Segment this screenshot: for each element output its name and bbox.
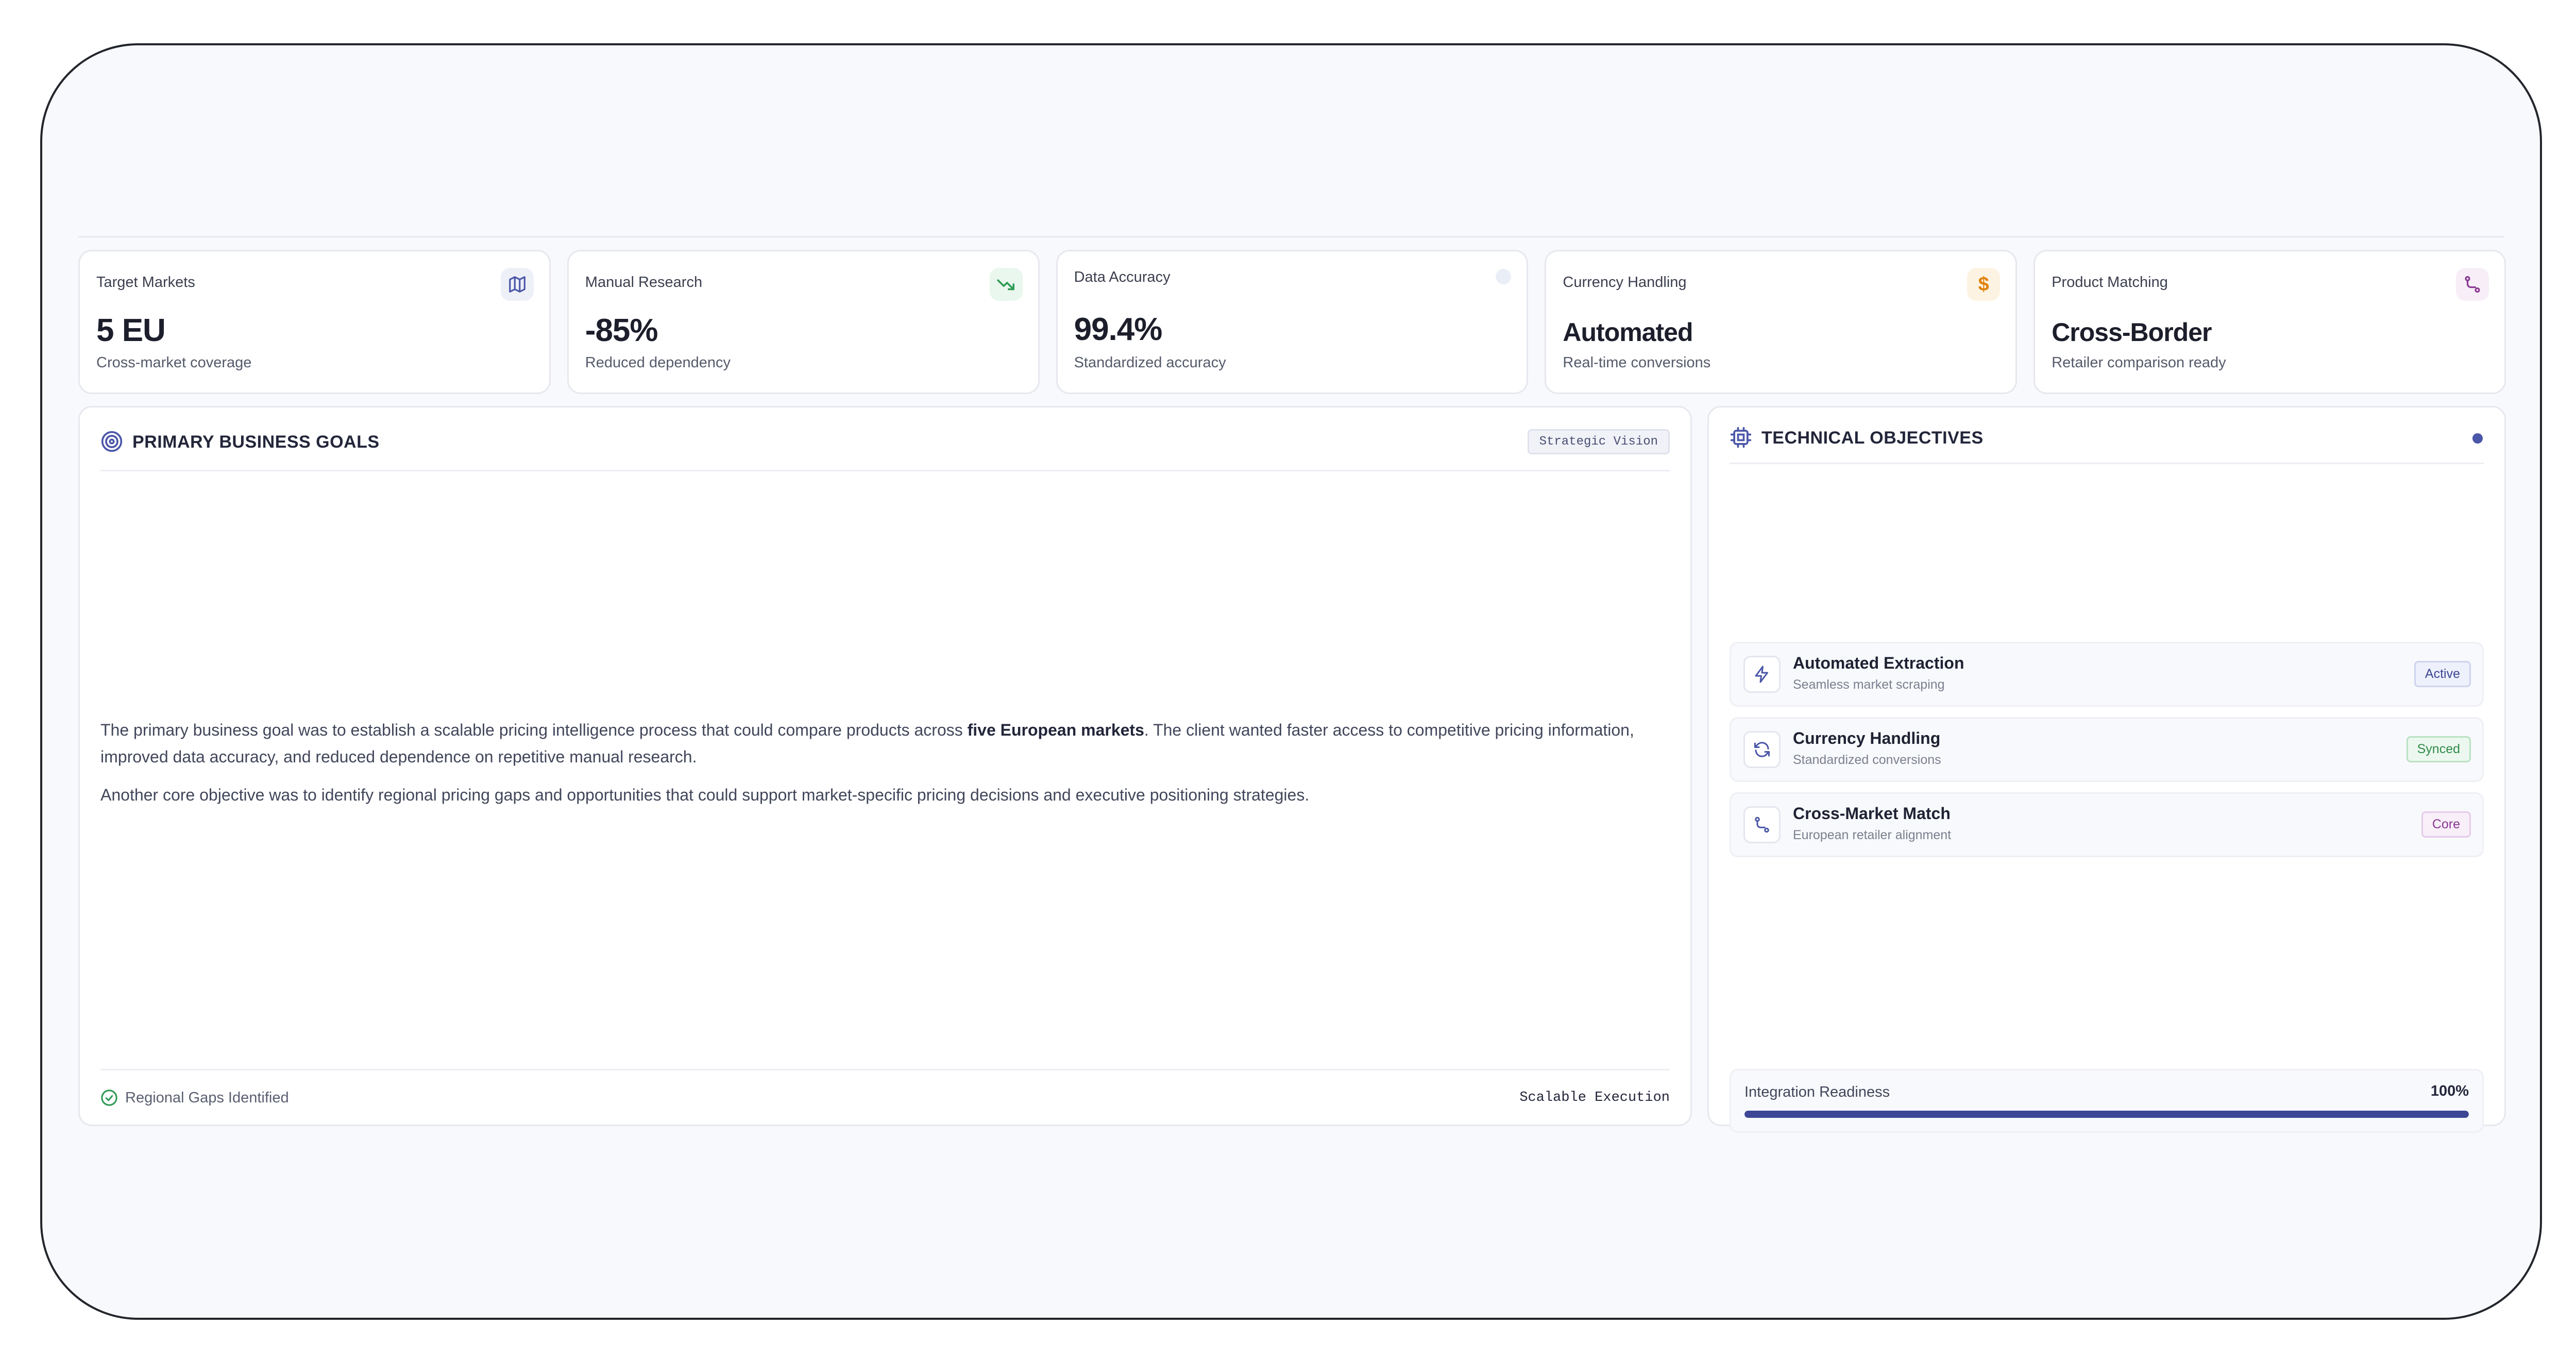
metric-value: -85% (585, 313, 658, 348)
route-icon (1743, 806, 1781, 843)
strategic-vision-badge: Strategic Vision (1527, 429, 1670, 454)
app-frame: Target Markets 5 EU Cross-market coverag… (40, 43, 2542, 1320)
status-dot-icon (1496, 269, 1512, 284)
business-goals-panel: PRIMARY BUSINESS GOALS Strategic Vision … (78, 406, 1692, 1126)
objective-title: Automated Extraction (1793, 654, 1964, 672)
metric-value: 5 EU (96, 313, 166, 348)
objectives-list: Automated Extraction Seamless market scr… (1730, 642, 2484, 867)
readiness-value: 100% (2430, 1083, 2469, 1099)
metric-value: 99.4% (1074, 312, 1163, 347)
zap-icon (1743, 656, 1781, 693)
panel-footer: Regional Gaps Identified Scalable Execut… (100, 1069, 1670, 1125)
metric-caption: Reduced dependency (585, 354, 731, 371)
objective-title: Cross-Market Match (1793, 804, 1951, 823)
integration-readiness: Integration Readiness 100% (1730, 1069, 2484, 1133)
goals-paragraph-2: Another core objective was to identify r… (100, 786, 1310, 804)
progress-fill (1744, 1111, 2469, 1118)
goals-description: The primary business goal was to establi… (100, 717, 1677, 820)
progress-bar (1744, 1111, 2469, 1118)
metric-label: Product Matching (2052, 274, 2168, 291)
metric-card-target-markets: Target Markets 5 EU Cross-market coverag… (78, 250, 551, 394)
trending-down-icon (989, 268, 1023, 301)
highlight-text: five European markets (967, 721, 1144, 739)
technical-objectives-panel: TECHNICAL OBJECTIVES Automated Extractio… (1707, 406, 2506, 1133)
map-icon (500, 268, 534, 301)
list-item: Currency Handling Standardized conversio… (1730, 717, 2484, 782)
metric-caption: Real-time conversions (1563, 354, 1711, 371)
dollar-icon: $ (1967, 268, 2001, 301)
goals-paragraph-1: The primary business goal was to establi… (100, 721, 1634, 766)
refresh-icon (1743, 731, 1781, 768)
metric-label: Manual Research (585, 274, 703, 291)
metric-card-currency-handling: Currency Handling $ Automated Real-time … (1545, 250, 2018, 394)
metric-card-data-accuracy: Data Accuracy 99.4% Standardized accurac… (1056, 250, 1529, 394)
live-status-dot (2472, 433, 2483, 444)
list-item: Automated Extraction Seamless market scr… (1730, 642, 2484, 707)
check-circle-icon (101, 1090, 117, 1106)
status-badge: Active (2414, 661, 2471, 687)
objective-subtitle: Seamless market scraping (1793, 677, 1945, 692)
metric-label: Target Markets (96, 274, 195, 291)
metric-card-manual-research: Manual Research -85% Reduced dependency (567, 250, 1040, 394)
panel-title: TECHNICAL OBJECTIVES (1761, 428, 1984, 448)
route-icon (2455, 268, 2489, 301)
list-item: Cross-Market Match European retailer ali… (1730, 792, 2484, 857)
cpu-icon (1730, 427, 1752, 448)
status-badge: Synced (2406, 736, 2471, 762)
metric-value: Cross-Border (2052, 318, 2212, 347)
header-divider (78, 236, 2504, 237)
panel-header: PRIMARY BUSINESS GOALS Strategic Vision (100, 407, 1670, 471)
objective-title: Currency Handling (1793, 729, 1941, 747)
readiness-label: Integration Readiness (1744, 1084, 1890, 1100)
panel-header: TECHNICAL OBJECTIVES (1730, 407, 2484, 464)
metrics-row: Target Markets 5 EU Cross-market coverag… (78, 250, 2506, 394)
metric-caption: Standardized accuracy (1074, 354, 1226, 371)
objective-subtitle: European retailer alignment (1793, 828, 1952, 842)
metric-label: Data Accuracy (1074, 269, 1171, 285)
gaps-status: Regional Gaps Identified (100, 1089, 289, 1107)
panel-title: PRIMARY BUSINESS GOALS (132, 432, 380, 452)
gaps-status-label: Regional Gaps Identified (125, 1089, 289, 1106)
metric-value: Automated (1563, 318, 1693, 347)
metric-caption: Cross-market coverage (96, 354, 252, 371)
objective-subtitle: Standardized conversions (1793, 753, 1941, 767)
metric-caption: Retailer comparison ready (2052, 354, 2226, 371)
status-badge: Core (2421, 811, 2471, 838)
metric-card-product-matching: Product Matching Cross-Border Retailer c… (2033, 250, 2506, 394)
execution-label: Scalable Execution (1519, 1090, 1670, 1105)
target-icon (101, 431, 123, 452)
metric-label: Currency Handling (1563, 274, 1687, 291)
